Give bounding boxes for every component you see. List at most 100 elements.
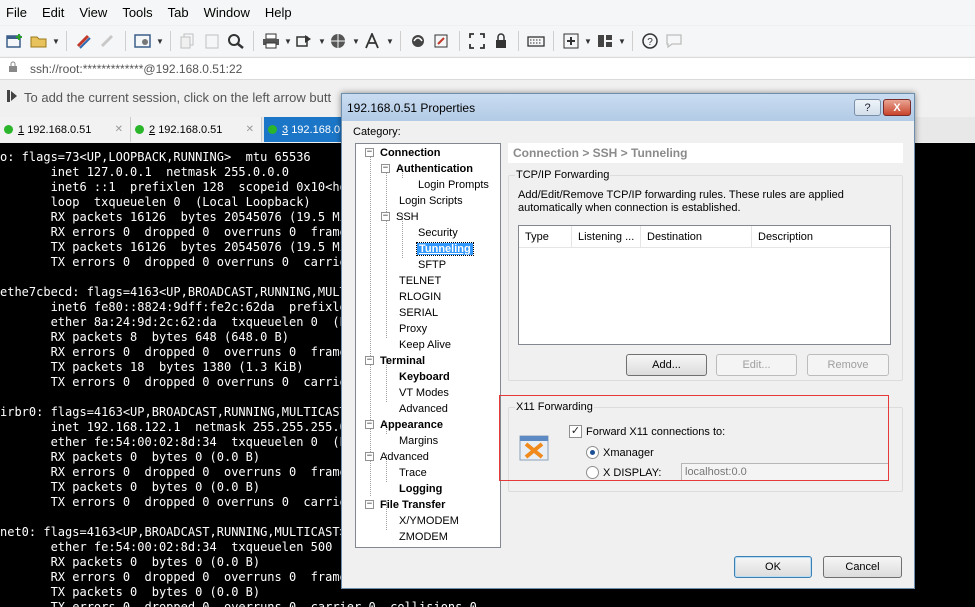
divider xyxy=(170,31,171,51)
chevron-down-icon[interactable]: ▼ xyxy=(156,37,164,46)
tree-sftp[interactable]: SFTP xyxy=(418,257,446,272)
fullscreen-icon[interactable] xyxy=(466,30,488,52)
tree-rlogin[interactable]: RLOGIN xyxy=(399,289,441,304)
collapse-icon[interactable]: − xyxy=(365,356,374,365)
tree-authentication[interactable]: − Authentication xyxy=(381,161,473,176)
tree-vt-modes[interactable]: VT Modes xyxy=(399,385,449,400)
chevron-down-icon[interactable]: ▼ xyxy=(52,37,60,46)
open-folder-icon[interactable] xyxy=(28,30,50,52)
tree-logging[interactable]: Logging xyxy=(399,481,442,496)
chevron-down-icon[interactable]: ▼ xyxy=(386,37,394,46)
divider xyxy=(553,31,554,51)
tree-serial[interactable]: SERIAL xyxy=(399,305,438,320)
tree-advanced[interactable]: − Advanced xyxy=(365,449,429,464)
menu-tab[interactable]: Tab xyxy=(168,5,189,20)
column-destination[interactable]: Destination xyxy=(641,226,752,248)
column-description[interactable]: Description xyxy=(752,226,890,248)
menu-help[interactable]: Help xyxy=(265,5,292,20)
tab-session-1[interactable]: 1 192.168.0.51 ✕ xyxy=(0,117,131,142)
tab-number: 1 xyxy=(18,123,25,136)
remove-button[interactable]: Remove xyxy=(807,354,889,376)
tree-xymodem[interactable]: X/YMODEM xyxy=(399,513,459,528)
properties-icon[interactable] xyxy=(132,30,154,52)
tree-ssh[interactable]: − SSH xyxy=(381,209,419,224)
forwarding-rules-list[interactable]: Type Listening ... Destination Descripti… xyxy=(518,225,891,345)
tree-zmodem[interactable]: ZMODEM xyxy=(399,529,448,544)
tree-appearance[interactable]: − Appearance xyxy=(365,417,443,432)
tree-login-prompts[interactable]: Login Prompts xyxy=(418,177,489,192)
chevron-down-icon[interactable]: ▼ xyxy=(584,37,592,46)
tree-trace[interactable]: Trace xyxy=(399,465,427,480)
menu-edit[interactable]: Edit xyxy=(42,5,64,20)
paste-icon[interactable] xyxy=(201,30,223,52)
close-icon[interactable]: ✕ xyxy=(115,124,123,135)
chevron-down-icon[interactable]: ▼ xyxy=(318,37,326,46)
menu-window[interactable]: Window xyxy=(204,5,250,20)
add-button[interactable]: Add... xyxy=(626,354,707,376)
chevron-down-icon[interactable]: ▼ xyxy=(352,37,360,46)
info-text: To add the current session, click on the… xyxy=(24,89,332,105)
ok-button[interactable]: OK xyxy=(734,556,812,578)
address-text: ssh://root:*************@192.168.0.51:22 xyxy=(30,61,243,76)
tree-margins[interactable]: Margins xyxy=(399,433,438,448)
globe-icon[interactable] xyxy=(328,30,350,52)
tree-security[interactable]: Security xyxy=(418,225,458,240)
chevron-down-icon[interactable]: ▼ xyxy=(284,37,292,46)
terminal-line: TX errors 0 dropped 0 overruns 0 carrier… xyxy=(0,600,477,607)
collapse-icon[interactable]: − xyxy=(365,148,374,157)
chevron-down-icon[interactable]: ▼ xyxy=(618,37,626,46)
tree-keep-alive[interactable]: Keep Alive xyxy=(399,337,451,352)
new-session-icon[interactable] xyxy=(4,30,26,52)
find-icon[interactable] xyxy=(225,30,247,52)
menu-bar: File Edit View Tools Tab Window Help xyxy=(0,0,975,25)
transfer-icon[interactable] xyxy=(294,30,316,52)
tree-proxy[interactable]: Proxy xyxy=(399,321,427,336)
disconnect-icon[interactable] xyxy=(97,30,119,52)
tree-terminal[interactable]: − Terminal xyxy=(365,353,425,368)
tcp-forwarding-title: TCP/IP Forwarding xyxy=(515,169,611,181)
collapse-icon[interactable]: − xyxy=(365,500,374,509)
collapse-icon[interactable]: − xyxy=(381,164,390,173)
close-button[interactable]: X xyxy=(883,99,911,116)
tab-number: 3 xyxy=(282,123,289,136)
collapse-icon[interactable]: − xyxy=(381,212,390,221)
tree-login-scripts[interactable]: Login Scripts xyxy=(399,193,463,208)
tree-tunneling[interactable]: Tunneling xyxy=(416,241,474,256)
font-icon[interactable] xyxy=(362,30,384,52)
edit-button[interactable]: Edit... xyxy=(716,354,797,376)
tab-session-2[interactable]: 2 192.168.0.51 ✕ xyxy=(131,117,262,142)
bookmark-arrow-icon[interactable] xyxy=(6,89,18,106)
collapse-icon[interactable]: − xyxy=(365,452,374,461)
tree-keyboard[interactable]: Keyboard xyxy=(399,369,450,384)
lock-icon[interactable] xyxy=(490,30,512,52)
script-icon[interactable] xyxy=(431,30,453,52)
copy-icon[interactable] xyxy=(177,30,199,52)
connect-icon[interactable] xyxy=(73,30,95,52)
help-button[interactable]: ? xyxy=(854,99,881,116)
tree-telnet[interactable]: TELNET xyxy=(399,273,441,288)
tree-connection[interactable]: − Connection xyxy=(365,145,441,160)
layout-icon[interactable] xyxy=(594,30,616,52)
menu-file[interactable]: File xyxy=(6,5,27,20)
add-tab-icon[interactable] xyxy=(560,30,582,52)
xmanager-icon[interactable] xyxy=(407,30,429,52)
keyboard-icon[interactable] xyxy=(525,30,547,52)
tab-session-3[interactable]: 3 192.168.0 xyxy=(264,117,344,142)
tree-file-transfer[interactable]: − File Transfer xyxy=(365,497,445,512)
print-icon[interactable] xyxy=(260,30,282,52)
cancel-button[interactable]: Cancel xyxy=(823,556,902,578)
highlight-box xyxy=(499,395,889,481)
close-icon[interactable]: ✕ xyxy=(246,124,254,135)
collapse-icon[interactable]: − xyxy=(365,420,374,429)
help-icon[interactable]: ? xyxy=(639,30,661,52)
column-listening[interactable]: Listening ... xyxy=(572,226,641,248)
list-header: Type Listening ... Destination Descripti… xyxy=(519,226,890,248)
column-type[interactable]: Type xyxy=(519,226,572,248)
dialog-title-bar[interactable]: 192.168.0.51 Properties ? X xyxy=(342,94,914,121)
chat-icon[interactable] xyxy=(663,30,685,52)
menu-tools[interactable]: Tools xyxy=(122,5,152,20)
tree-terminal-advanced[interactable]: Advanced xyxy=(399,401,448,416)
address-bar[interactable]: ssh://root:*************@192.168.0.51:22 xyxy=(0,57,975,80)
menu-view[interactable]: View xyxy=(79,5,107,20)
divider xyxy=(253,31,254,51)
